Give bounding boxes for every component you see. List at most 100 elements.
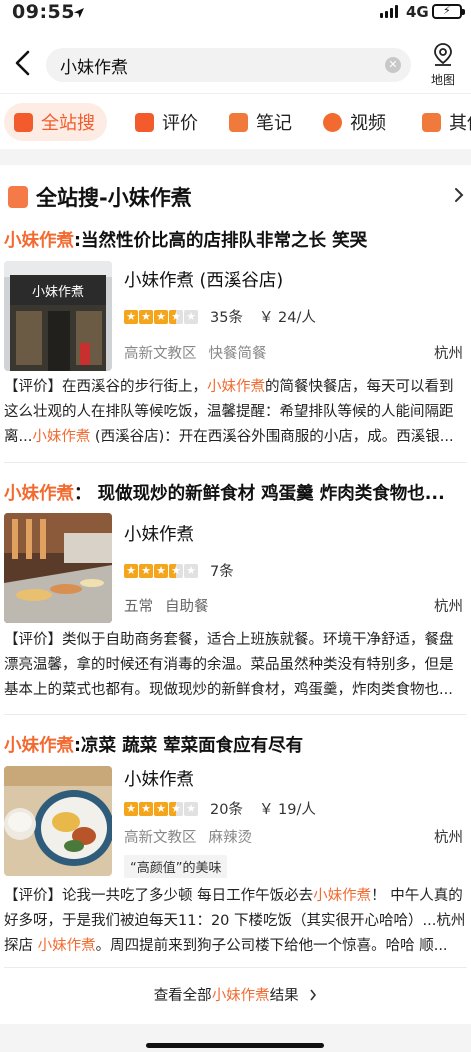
rating-row: ★ ★ ★ ★ ★ 35条 ￥ 24/人 <box>124 306 316 327</box>
search-header: 小妹作煮 ✕ 地图 <box>0 30 471 90</box>
signal-icon <box>380 5 398 18</box>
map-label: 地图 <box>430 73 455 87</box>
headline-text: ： 现做现炒的新鲜食材 鸡蛋羹 炸肉类食物也... <box>74 484 445 504</box>
section-header[interactable]: 全站搜-小妹作煮 <box>0 165 471 223</box>
shop-photo[interactable]: 小妹作煮 <box>4 261 112 371</box>
headline-text: :凉菜 蔬菜 荤菜面食应有尽有 <box>74 736 304 756</box>
review-text: (西溪谷店)：开在西溪谷外围商服的小店，成。西溪银... <box>90 429 454 445</box>
shop-name[interactable]: 小妹作煮 (西溪谷店) <box>124 267 283 292</box>
search-query: 小妹作煮 <box>60 58 128 78</box>
shop-photo[interactable] <box>4 513 112 623</box>
tab-label: 评价 <box>162 113 198 134</box>
network-label: 4G <box>406 3 429 21</box>
highlight-tag: “高颜值”的美味 <box>124 855 228 878</box>
chevron-right-icon <box>310 989 317 1001</box>
result-headline[interactable]: 小妹作煮： 现做现炒的新鲜食材 鸡蛋羹 炸肉类食物也... <box>4 480 468 505</box>
result-headline[interactable]: 小妹作煮:当然性价比高的店排队非常之长 笑哭 <box>4 227 468 252</box>
review-snippet[interactable]: 【评价】论我一共吃了多少顿 每日工作午饭必去小妹作煮！ 中午人真的好多呀，于是我… <box>4 884 466 959</box>
result-card[interactable]: 小妹作煮： 现做现炒的新鲜食材 鸡蛋羹 炸肉类食物也... 小妹作煮 ★ ★ ★ ★ ★… <box>0 480 471 710</box>
result-card[interactable]: 小妹作煮:当然性价比高的店排队非常之长 笑哭 小妹作煮 小妹作煮 (西溪谷店) … <box>0 227 471 455</box>
divider <box>4 714 467 715</box>
star-icon: ★ <box>139 563 153 578</box>
star-icon: ★ <box>124 309 138 324</box>
review-snippet[interactable]: 【评价】类似于自助商务套餐，适合上班族就餐。环境干净舒适，餐盘漂亮温馨，拿的时候… <box>4 628 466 703</box>
note-icon <box>229 112 248 132</box>
section-title: 全站搜-小妹作煮 <box>36 186 192 210</box>
status-time: 09:55 <box>12 1 75 23</box>
review-highlight: 小妹作煮 <box>207 379 265 395</box>
star-icon: ★ <box>154 309 168 324</box>
tab-label: 全站搜 <box>41 113 95 134</box>
shop-name[interactable]: 小妹作煮 <box>124 521 194 546</box>
star-icon: ★ <box>154 801 168 816</box>
tab-label: 视频 <box>350 113 386 134</box>
tab-all-search[interactable]: 全站搜 <box>4 103 107 141</box>
review-count: 7条 <box>210 564 234 580</box>
view-all-suffix: 结果 <box>269 988 299 1004</box>
price: ￥ 19/人 <box>258 802 316 818</box>
star-empty-icon: ★ <box>184 563 198 578</box>
other-icon <box>422 112 441 132</box>
city-label: 杭州 <box>434 346 463 362</box>
headline-highlight: 小妹作煮 <box>4 484 74 504</box>
category-label: 快餐简餐 <box>208 346 267 362</box>
rating-row: ★ ★ ★ ★ ★ 20条 ￥ 19/人 <box>124 798 316 819</box>
star-rating: ★ ★ ★ ★ ★ <box>124 309 198 324</box>
back-icon[interactable] <box>10 48 36 78</box>
result-headline[interactable]: 小妹作煮:凉菜 蔬菜 荤菜面食应有尽有 <box>4 732 468 757</box>
tab-video[interactable]: 视频 <box>323 103 386 141</box>
price: ￥ 24/人 <box>258 310 316 326</box>
shop-meta: 高新文教区 快餐简餐 <box>124 342 267 363</box>
home-indicator[interactable] <box>146 1043 324 1048</box>
star-rating: ★ ★ ★ ★ ★ <box>124 563 198 578</box>
status-bar: 09:55 4G ⚡ <box>0 0 471 28</box>
divider <box>0 149 471 165</box>
category-label: 自助餐 <box>165 599 209 615</box>
shop-photo[interactable] <box>4 766 112 876</box>
rating-row: ★ ★ ★ ★ ★ 7条 <box>124 560 234 581</box>
all-search-icon <box>8 186 28 208</box>
city-label: 杭州 <box>434 830 463 846</box>
search-input[interactable]: 小妹作煮 ✕ <box>46 48 411 82</box>
tab-bar: 全站搜 评价 笔记 视频 其他 <box>0 93 471 149</box>
star-half-icon: ★ <box>169 563 183 578</box>
headline-highlight: 小妹作煮 <box>4 231 74 251</box>
star-half-icon: ★ <box>169 309 183 324</box>
shop-name[interactable]: 小妹作煮 <box>124 766 194 791</box>
area-label: 高新文教区 <box>124 830 197 846</box>
headline-text: :当然性价比高的店排队非常之长 笑哭 <box>74 231 368 251</box>
star-rating: ★ ★ ★ ★ ★ <box>124 801 198 816</box>
result-card[interactable]: 小妹作煮:凉菜 蔬菜 荤菜面食应有尽有 小妹作煮 ★ ★ ★ ★ ★ 20条 ￥ 19/… <box>0 732 471 972</box>
clear-icon[interactable]: ✕ <box>385 57 401 73</box>
review-icon <box>135 112 154 132</box>
category-label: 麻辣烫 <box>208 830 253 846</box>
video-icon <box>323 112 342 132</box>
shop-sign-text: 小妹作煮 <box>32 285 84 300</box>
tab-review[interactable]: 评价 <box>135 103 198 141</box>
star-empty-icon: ★ <box>184 309 198 324</box>
review-text: 【评价】在西溪谷的步行街上， <box>4 379 207 395</box>
location-arrow-icon <box>73 4 85 23</box>
review-highlight: 小妹作煮 <box>37 938 96 954</box>
divider <box>4 462 467 463</box>
star-half-icon: ★ <box>169 801 183 816</box>
review-text: 。周四提前来到狗子公司楼下给他一个惊喜。哈哈 顺... <box>95 938 448 954</box>
shop-meta: 高新文教区 麻辣烫 <box>124 826 252 847</box>
battery-icon: ⚡ <box>432 4 465 19</box>
map-button[interactable]: 地图 <box>424 42 462 88</box>
divider <box>4 967 467 968</box>
tab-other[interactable]: 其他 <box>422 103 471 141</box>
shop-meta: 五常 自助餐 <box>124 595 209 616</box>
tab-note[interactable]: 笔记 <box>229 103 292 141</box>
headline-highlight: 小妹作煮 <box>4 736 74 756</box>
all-search-icon <box>14 112 33 132</box>
review-snippet[interactable]: 【评价】在西溪谷的步行街上，小妹作煮的简餐快餐店，每天可以看到这么壮观的人在排队… <box>4 375 466 450</box>
star-icon: ★ <box>124 801 138 816</box>
star-icon: ★ <box>139 309 153 324</box>
view-all-link[interactable]: 查看全部小妹作煮结果 <box>0 984 471 1005</box>
star-icon: ★ <box>154 563 168 578</box>
review-count: 20条 <box>210 802 243 818</box>
tab-label: 笔记 <box>256 113 292 134</box>
review-highlight: 小妹作煮 <box>32 429 91 445</box>
review-count: 35条 <box>210 310 243 326</box>
